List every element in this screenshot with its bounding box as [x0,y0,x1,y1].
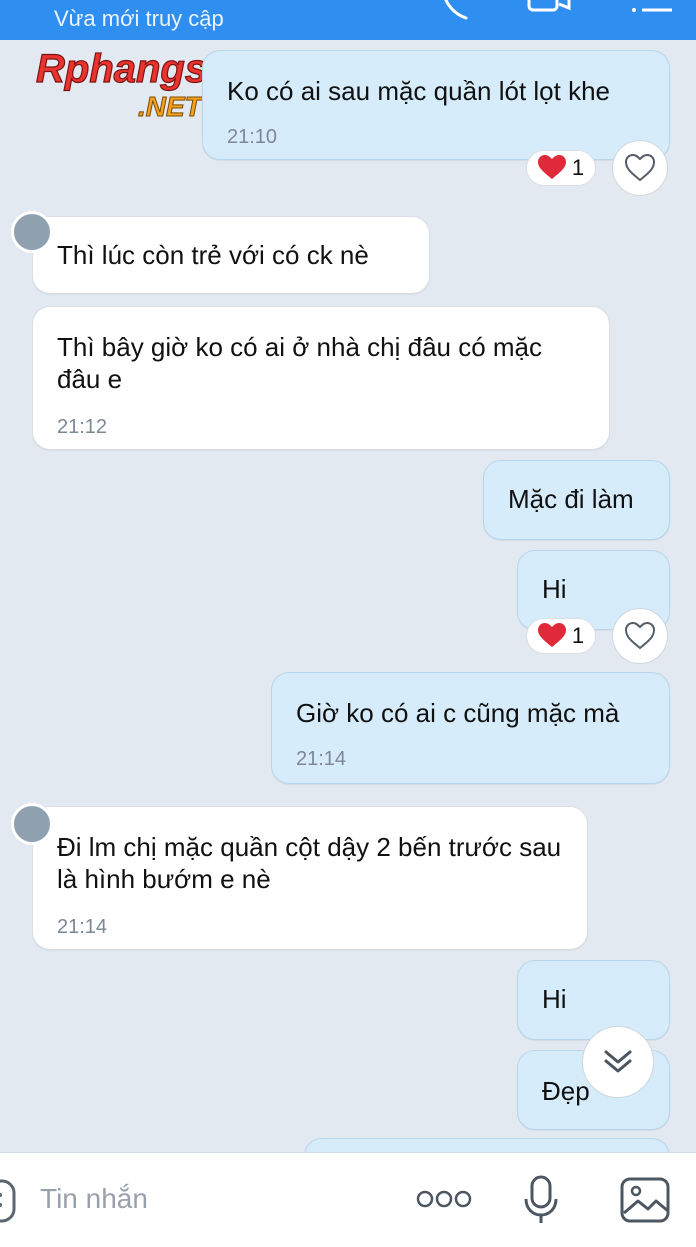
message-bubble-incoming[interactable]: Đi lm chị mặc quần cột dậy 2 bến trước s… [11,803,588,950]
like-heart-icon [625,154,655,182]
message-text: Thì bây giờ ko có ai ở nhà chị đâu có mặ… [57,332,543,394]
like-heart-icon [625,622,655,650]
message-bubble-outgoing[interactable]: Mặc đi làm [483,460,670,540]
scroll-down-button[interactable] [582,1026,654,1098]
watermark-line2: .NET [138,91,205,122]
message-time: 21:10 [227,126,278,148]
reaction-pill[interactable]: 1 [526,150,596,186]
message-bubble-outgoing[interactable]: Ko có ai sau mặc quần lót lọt khe 21:10 [202,50,670,160]
avatar[interactable] [11,803,53,845]
status-text: Vừa mới truy cập [54,6,224,31]
heart-reaction-icon [537,155,566,179]
reaction-count: 1 [571,155,585,180]
heart-reaction-icon [537,623,566,647]
message-time: 21:12 [57,416,108,438]
watermark-line1: Rphangs [36,47,207,91]
message-text: Hi [542,574,567,604]
message-text: Mặc đi làm [508,484,634,514]
call-icon[interactable] [438,0,474,20]
avatar[interactable] [11,211,53,253]
image-icon[interactable] [620,1177,670,1223]
message-text: Ko có ai sau mặc quần lót lọt khe [227,76,611,106]
message-bubble-incoming[interactable]: Thì bây giờ ko có ai ở nhà chị đâu có mặ… [32,306,610,450]
more-options-icon[interactable] [416,1189,472,1209]
message-time: 21:14 [57,916,108,938]
message-text: Thì lúc còn trẻ với có ck nè [57,240,369,270]
message-bubble-outgoing[interactable]: Hi [517,960,670,1040]
like-button[interactable] [612,608,668,664]
message-bubble-incoming[interactable]: Thì lúc còn trẻ với có ck nè [11,211,430,294]
microphone-icon[interactable] [524,1175,558,1225]
sticker-icon[interactable] [0,1179,16,1223]
reaction-count: 1 [571,623,585,648]
message-bubble-outgoing[interactable]: Giờ ko có ai c cũng mặc mà 21:14 [271,672,670,784]
message-text: Đi lm chị mặc quần cột dậy 2 bến trước s… [57,832,562,894]
like-button[interactable] [612,140,668,196]
message-time: 21:14 [296,748,347,770]
chat-header: Vừa mới truy cập [0,0,696,40]
reaction-pill[interactable]: 1 [526,618,596,654]
video-call-icon[interactable] [526,0,572,16]
message-text: Hi [542,984,567,1014]
message-text: Giờ ko có ai c cũng mặc mà [296,698,620,728]
menu-icon[interactable] [628,0,674,18]
message-composer: Tin nhắn [0,1152,696,1247]
scroll-down-icon [604,1050,632,1073]
message-input[interactable]: Tin nhắn [40,1183,148,1215]
